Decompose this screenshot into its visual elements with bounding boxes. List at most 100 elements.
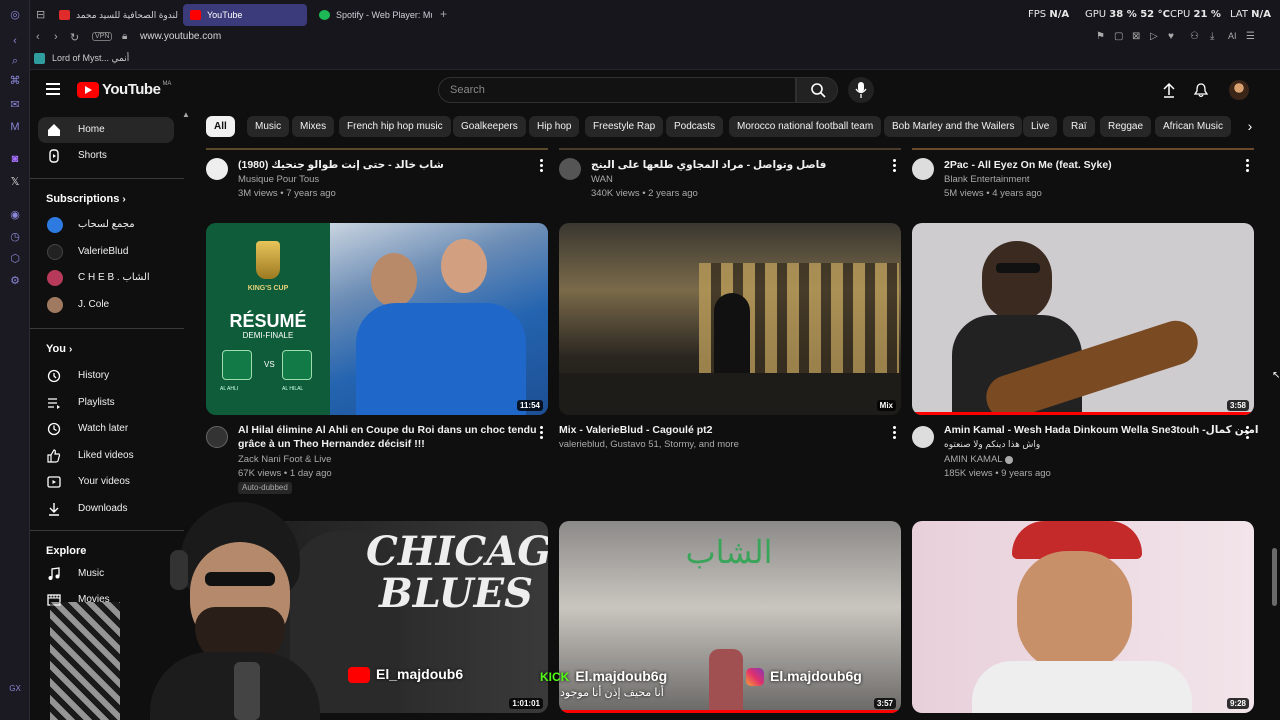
vpn-badge[interactable]: VPN: [92, 32, 113, 41]
channel-name[interactable]: valerieblud, Gustavo 51, Stormy, and mor…: [559, 438, 739, 452]
notifications-bell-icon[interactable]: [1193, 82, 1209, 98]
video-thumbnail[interactable]: Mix: [559, 223, 901, 415]
chip-mixes[interactable]: Mixes: [292, 116, 335, 137]
back-icon[interactable]: ‹: [8, 34, 22, 48]
tab-press-conference[interactable]: الندوة الصحافية للسيد محمد: [52, 4, 178, 26]
more-options-icon[interactable]: [540, 426, 544, 440]
upload-icon[interactable]: [1161, 82, 1177, 98]
twitch-icon[interactable]: ◙: [8, 152, 22, 166]
sidebar-item-subscription[interactable]: مجمع لسحاب: [38, 212, 174, 238]
video-title[interactable]: Amin Kamal - Wesh Hada Dinkoum Wella Sne…: [944, 423, 1259, 437]
settings-icon[interactable]: ⚙: [8, 274, 22, 288]
channel-avatar[interactable]: [912, 426, 934, 448]
chip-live[interactable]: Live: [1023, 116, 1058, 137]
adblock-icon[interactable]: ⊠: [1132, 31, 1140, 42]
new-tab-icon[interactable]: +: [440, 7, 447, 21]
pin-icon[interactable]: ⚑: [1096, 31, 1105, 42]
channel-avatar[interactable]: [912, 158, 934, 180]
gx-icon[interactable]: GX: [8, 682, 22, 696]
tab-youtube[interactable]: YouTube: [183, 4, 307, 26]
chip-african-music[interactable]: African Music: [1155, 116, 1232, 137]
video-title[interactable]: Al Hilal élimine Al Ahli en Coupe du Roi…: [238, 423, 538, 451]
channel-avatar[interactable]: [206, 158, 228, 180]
chip-bob-marley[interactable]: Bob Marley and the Wailers: [884, 116, 1023, 137]
tab-spotify[interactable]: Spotify - Web Player: Musi: [312, 4, 432, 26]
subscriptions-heading[interactable]: Subscriptions ›: [46, 193, 126, 205]
more-options-icon[interactable]: [893, 159, 897, 173]
channel-avatar[interactable]: [206, 426, 228, 448]
heart-icon[interactable]: ♥: [1168, 31, 1174, 42]
account-icon[interactable]: ⚇: [1190, 31, 1199, 42]
mail-icon[interactable]: M: [8, 120, 22, 134]
you-heading[interactable]: You ›: [46, 343, 72, 355]
chips-next-icon[interactable]: ›: [1240, 116, 1260, 137]
translate-icon[interactable]: ⌘: [8, 74, 22, 88]
sidebar-item-watch-later[interactable]: Watch later: [38, 416, 174, 442]
video-title-line2[interactable]: واش هذا دينكم ولا صنعتوه: [944, 437, 1040, 451]
account-avatar[interactable]: [1229, 80, 1249, 100]
channel-avatar[interactable]: [559, 158, 581, 180]
chip-music[interactable]: Music: [247, 116, 290, 137]
chip-reggae[interactable]: Reggae: [1100, 116, 1152, 137]
tab-label: Spotify - Web Player: Musi: [336, 10, 432, 20]
url-field[interactable]: www.youtube.com: [140, 31, 221, 42]
messenger-icon[interactable]: ✉: [8, 98, 22, 112]
more-options-icon[interactable]: [1246, 159, 1250, 173]
reload-button[interactable]: ↻: [70, 31, 79, 44]
player-icon[interactable]: ◉: [8, 208, 22, 222]
youtube-logo[interactable]: YouTube MA: [77, 81, 171, 98]
snapshot-icon[interactable]: ▢: [1114, 31, 1123, 42]
video-title[interactable]: شاب خالد - حتى إنت طوالو جنحيك (1980): [238, 158, 528, 172]
menu-icon[interactable]: [46, 83, 60, 95]
video-title[interactable]: Mix - ValerieBlud - Cagoulé pt2: [559, 423, 879, 437]
voice-search-button[interactable]: [848, 77, 874, 103]
more-options-icon[interactable]: [1246, 426, 1250, 440]
search-icon[interactable]: ⌕: [8, 54, 22, 68]
chip-french-hip-hop[interactable]: French hip hop music: [339, 116, 451, 137]
sidebar-item-subscription[interactable]: C H E B . الشاب: [38, 265, 174, 291]
sidebar-item-liked-videos[interactable]: Liked videos: [38, 443, 174, 469]
chip-goalkeepers[interactable]: Goalkeepers: [453, 116, 526, 137]
history-icon[interactable]: ◷: [8, 230, 22, 244]
sidebar-item-playlists[interactable]: Playlists: [38, 390, 174, 416]
player-icon[interactable]: ▷: [1150, 31, 1158, 42]
channel-name[interactable]: Blank Entertainment: [944, 173, 1030, 187]
chip-hip-hop[interactable]: Hip hop: [529, 116, 580, 137]
ai-icon[interactable]: AI: [1228, 31, 1237, 41]
bookmark-item[interactable]: Lord of Myst... أنمي: [34, 53, 129, 64]
browser-logo-icon[interactable]: ◎: [8, 8, 22, 22]
channel-name[interactable]: Musique Pour Tous: [238, 173, 319, 187]
download-icon[interactable]: ⤓: [1210, 31, 1214, 42]
sidebar-item-home[interactable]: Home: [38, 117, 174, 143]
channel-name[interactable]: Zack Nani Foot & Live: [238, 453, 331, 467]
video-thumbnail[interactable]: KING'S CUP RÉSUMÉ DEMI-FINALE VS AL AHLI…: [206, 223, 548, 415]
video-title[interactable]: فاصل وتواصل - مراد المجاوي طلعها على الي…: [591, 158, 881, 172]
channel-name[interactable]: WAN: [591, 173, 613, 187]
lock-icon: 🔒︎: [122, 31, 128, 42]
chip-freestyle-rap[interactable]: Freestyle Rap: [585, 116, 664, 137]
menu-icon[interactable]: ☰: [1246, 31, 1255, 42]
more-options-icon[interactable]: [893, 426, 897, 440]
back-button[interactable]: ‹: [36, 31, 40, 43]
workspaces-icon[interactable]: ⊟: [36, 8, 45, 21]
sidebar-item-subscription[interactable]: J. Cole: [38, 292, 174, 318]
video-title[interactable]: 2Pac - All Eyez On Me (feat. Syke): [944, 158, 1234, 172]
sidebar-scroll-up-icon[interactable]: ▲: [182, 110, 190, 119]
more-options-icon[interactable]: [540, 159, 544, 173]
sidebar-item-subscription[interactable]: ValerieBlud: [38, 239, 174, 265]
chip-all[interactable]: All: [206, 116, 235, 137]
chip-morocco-football[interactable]: Morocco national football team: [729, 116, 882, 137]
search-input[interactable]: Search: [438, 77, 796, 103]
page-scrollbar[interactable]: [1272, 548, 1277, 606]
channel-name[interactable]: AMIN KAMAL: [944, 453, 1003, 467]
chip-podcasts[interactable]: Podcasts: [666, 116, 724, 137]
video-thumbnail[interactable]: 3:58: [912, 223, 1254, 415]
sidebar-item-history[interactable]: History: [38, 363, 174, 389]
cube-icon[interactable]: ⬡: [8, 252, 22, 266]
x-icon[interactable]: 𝕏: [8, 175, 22, 189]
forward-button[interactable]: ›: [54, 31, 58, 43]
video-thumbnail[interactable]: 9:28: [912, 521, 1254, 713]
sidebar-item-shorts[interactable]: Shorts: [38, 143, 174, 169]
search-button[interactable]: [796, 77, 838, 103]
chip-rai[interactable]: Raï: [1063, 116, 1095, 137]
